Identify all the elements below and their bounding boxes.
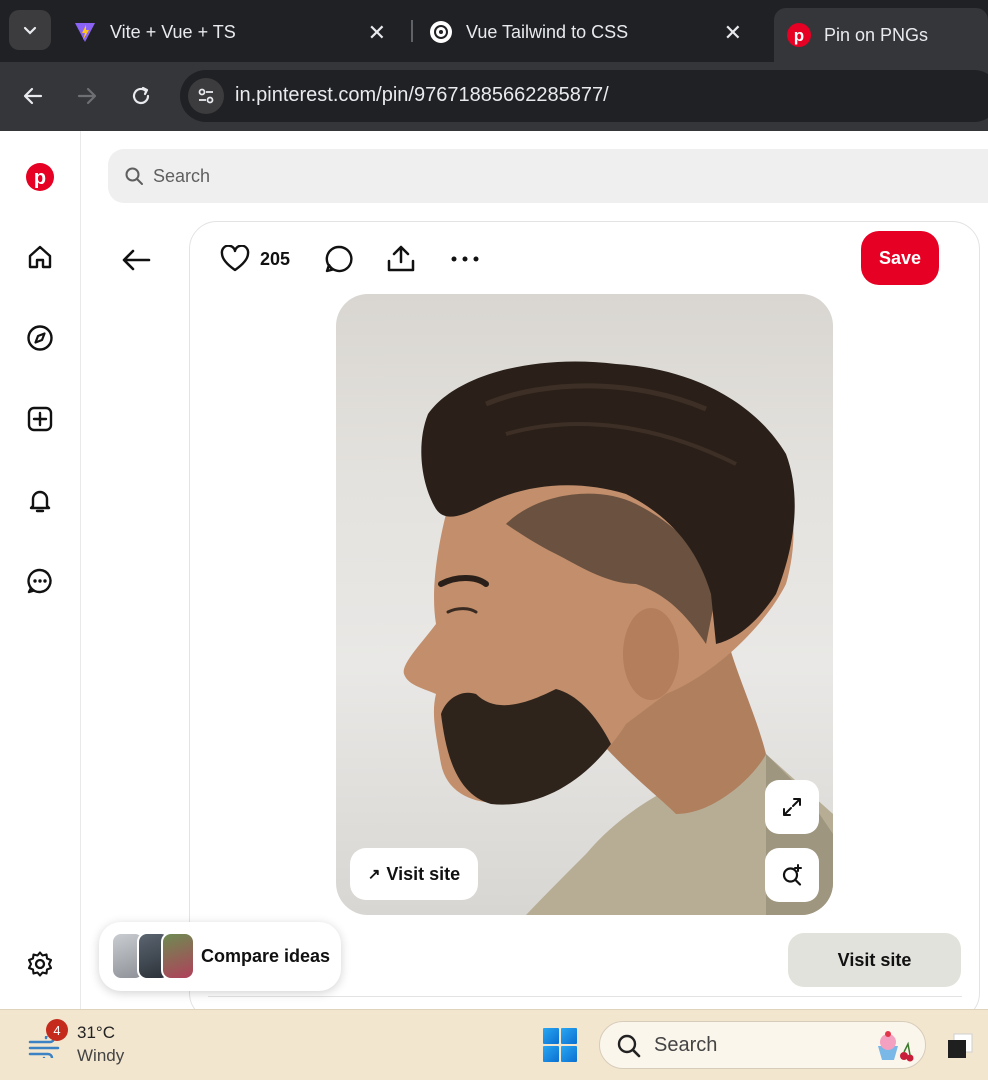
comment-icon bbox=[325, 245, 353, 273]
portrait-illustration bbox=[403, 361, 833, 915]
back-to-feed-button[interactable] bbox=[118, 242, 154, 278]
arrow-up-right-icon: ↗ bbox=[367, 866, 381, 883]
compare-ideas-button[interactable]: Compare ideas bbox=[99, 922, 341, 991]
lens-search-icon bbox=[782, 864, 802, 886]
like-button[interactable]: 205 bbox=[220, 242, 290, 276]
add-icon bbox=[27, 406, 53, 432]
compare-thumbnail bbox=[161, 932, 195, 980]
browser-tab-bar: Vite + Vue + TS ✕ Vue Tailwind to CSS ✕ … bbox=[0, 0, 988, 62]
chevron-down-icon bbox=[23, 26, 37, 35]
visit-site-overlay-label: Visit site bbox=[386, 863, 461, 884]
address-bar[interactable]: in.pinterest.com/pin/97671885662285877/ bbox=[180, 70, 988, 122]
forward-button[interactable] bbox=[71, 80, 103, 112]
divider bbox=[208, 996, 962, 997]
arrow-left-icon bbox=[122, 249, 151, 271]
vite-icon bbox=[72, 19, 98, 45]
pinterest-icon: p bbox=[786, 22, 812, 48]
taskbar-search[interactable]: Search bbox=[599, 1021, 926, 1069]
tab-separator bbox=[411, 20, 413, 42]
pin-image[interactable] bbox=[336, 294, 833, 915]
tune-icon bbox=[198, 88, 214, 104]
browser-tab-vue-tailwind[interactable]: Vue Tailwind to CSS ✕ bbox=[428, 8, 758, 56]
tab-title: Vite + Vue + TS bbox=[110, 21, 236, 42]
share-button[interactable] bbox=[386, 242, 416, 276]
search-placeholder: Search bbox=[153, 166, 211, 186]
browser-tab-pinterest-active[interactable]: p Pin on PNGs bbox=[774, 8, 988, 62]
search-icon bbox=[125, 167, 143, 185]
search-icon bbox=[617, 1034, 641, 1058]
heart-icon bbox=[220, 245, 250, 272]
more-options-button[interactable] bbox=[450, 242, 480, 276]
compass-icon bbox=[27, 325, 53, 351]
weather-condition: Windy bbox=[77, 1046, 125, 1065]
browser-toolbar: in.pinterest.com/pin/97671885662285877/ bbox=[0, 62, 988, 131]
tab-title: Vue Tailwind to CSS bbox=[466, 21, 629, 42]
windows-logo-pane bbox=[561, 1028, 577, 1044]
task-view-icon[interactable] bbox=[946, 1032, 974, 1060]
site-info-button[interactable] bbox=[188, 78, 224, 114]
sidebar-item-explore[interactable] bbox=[24, 322, 56, 354]
tab-title: Pin on PNGs bbox=[824, 24, 929, 45]
gear-icon bbox=[27, 951, 53, 977]
more-icon bbox=[451, 256, 479, 262]
temperature: 31°C bbox=[77, 1023, 115, 1042]
bell-icon bbox=[29, 490, 51, 513]
start-button[interactable] bbox=[543, 1028, 577, 1062]
windows-logo-pane bbox=[543, 1028, 559, 1044]
url-text[interactable]: in.pinterest.com/pin/97671885662285877/ bbox=[235, 84, 609, 107]
sidebar-item-notifications[interactable] bbox=[24, 484, 56, 516]
close-tab-icon[interactable]: ✕ bbox=[368, 20, 386, 46]
pinterest-logo-icon: p bbox=[26, 163, 54, 191]
close-tab-icon[interactable]: ✕ bbox=[724, 20, 742, 46]
windows-logo-pane bbox=[561, 1046, 577, 1062]
svg-text:p: p bbox=[794, 26, 804, 45]
back-button[interactable] bbox=[17, 80, 49, 112]
comment-button[interactable] bbox=[324, 242, 354, 276]
sidebar-item-create[interactable] bbox=[24, 403, 56, 435]
tab-search-button[interactable] bbox=[9, 10, 51, 50]
windows-taskbar: 4 31°C Windy Search bbox=[0, 1009, 988, 1080]
sidebar-item-home[interactable] bbox=[24, 241, 56, 273]
expand-button[interactable] bbox=[765, 780, 819, 834]
compare-ideas-label: Compare ideas bbox=[201, 946, 331, 966]
svg-text:p: p bbox=[34, 167, 46, 189]
visual-search-button[interactable] bbox=[765, 848, 819, 902]
reload-button[interactable] bbox=[125, 80, 157, 112]
taskbar-search-placeholder: Search bbox=[654, 1034, 718, 1056]
reload-icon bbox=[132, 86, 150, 105]
visit-site-overlay-button[interactable]: ↗ Visit site bbox=[350, 848, 478, 900]
pinterest-sidebar: p bbox=[0, 131, 81, 1009]
visit-site-button[interactable]: Visit site bbox=[788, 933, 961, 987]
save-button[interactable]: Save bbox=[861, 231, 939, 285]
notification-badge: 4 bbox=[46, 1019, 68, 1041]
sidebar-item-messages[interactable] bbox=[24, 565, 56, 597]
openai-icon bbox=[428, 19, 454, 45]
chat-icon bbox=[27, 568, 52, 594]
arrow-right-icon bbox=[77, 87, 97, 105]
like-count: 205 bbox=[260, 248, 291, 269]
sidebar-item-settings[interactable] bbox=[24, 948, 56, 980]
pinterest-logo[interactable]: p bbox=[24, 161, 56, 193]
search-input[interactable]: Search bbox=[108, 149, 988, 203]
home-icon bbox=[28, 245, 52, 269]
arrow-left-icon bbox=[23, 87, 43, 105]
share-icon bbox=[387, 245, 415, 272]
windows-logo-pane bbox=[543, 1046, 559, 1062]
expand-icon bbox=[783, 798, 801, 816]
browser-tab-vite[interactable]: Vite + Vue + TS ✕ bbox=[72, 8, 402, 56]
ice-cream-icon bbox=[878, 1031, 914, 1062]
